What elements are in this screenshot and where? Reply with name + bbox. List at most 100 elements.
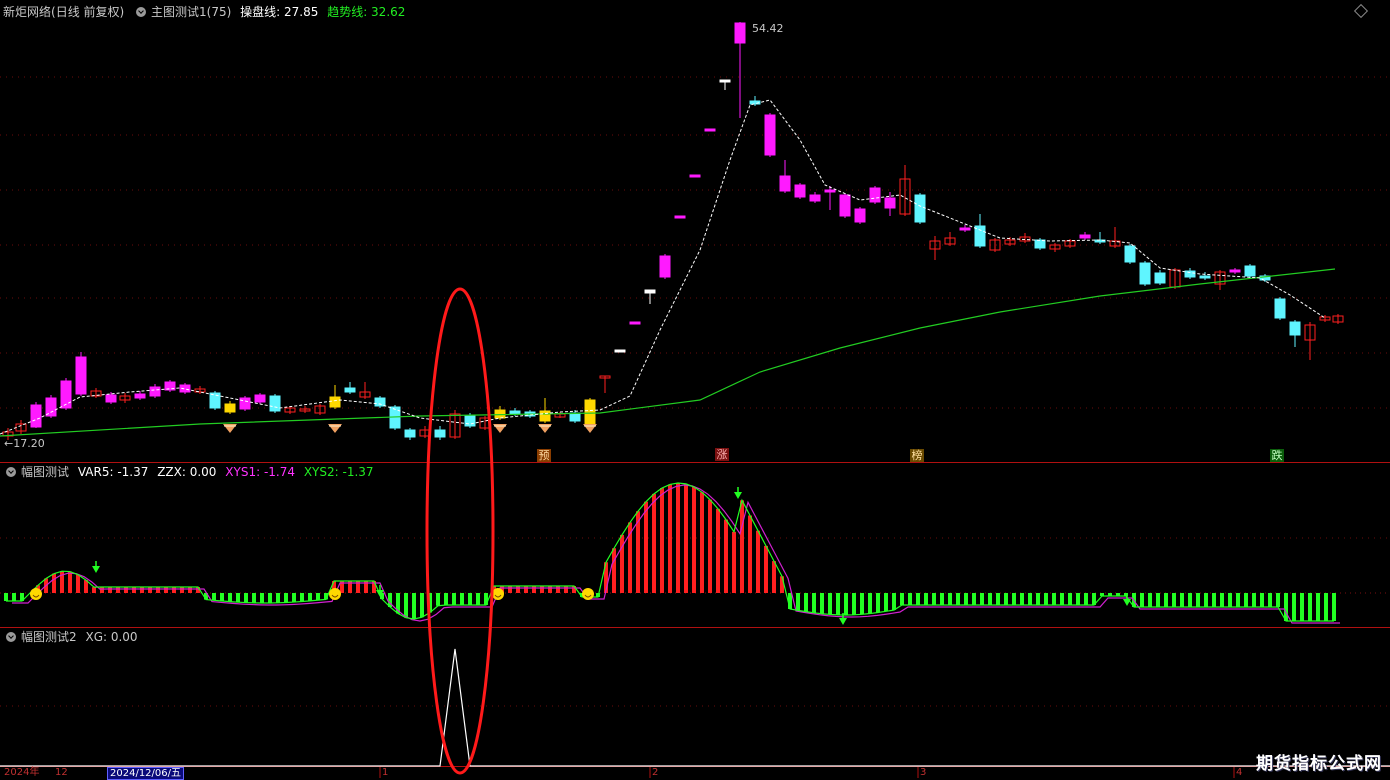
histogram-bar bbox=[188, 587, 192, 593]
histogram-bar bbox=[1012, 593, 1016, 605]
down-arrow-icon bbox=[92, 566, 100, 573]
histogram-bar bbox=[148, 587, 152, 593]
histogram-bar bbox=[892, 593, 896, 611]
histogram-bar bbox=[996, 593, 1000, 605]
candlestick bbox=[239, 397, 251, 410]
histogram-bar bbox=[412, 593, 416, 619]
histogram-bar bbox=[292, 593, 296, 603]
histogram-bar bbox=[868, 593, 872, 614]
histogram-bar bbox=[932, 593, 936, 605]
signal-tag-yu: 预 bbox=[537, 449, 551, 462]
histogram-bar bbox=[676, 483, 680, 593]
histogram-bar bbox=[212, 593, 216, 601]
histogram-bar bbox=[1292, 593, 1296, 621]
candlestick bbox=[764, 114, 776, 156]
histogram-bar bbox=[1004, 593, 1008, 605]
candlestick bbox=[75, 356, 87, 395]
kline-chart-canvas[interactable] bbox=[0, 0, 1390, 778]
histogram-bar bbox=[516, 586, 520, 593]
histogram-bar bbox=[1188, 593, 1192, 607]
histogram-bar bbox=[92, 587, 96, 593]
candlestick bbox=[884, 197, 896, 209]
histogram-bar bbox=[468, 593, 472, 605]
histogram-bar bbox=[132, 587, 136, 593]
candlestick bbox=[824, 189, 836, 193]
histogram-bar bbox=[1284, 593, 1288, 621]
histogram-bar bbox=[644, 501, 648, 593]
histogram-bar bbox=[876, 593, 880, 613]
histogram-bar bbox=[228, 593, 232, 602]
histogram-bar bbox=[668, 484, 672, 593]
histogram-bar bbox=[68, 571, 72, 593]
date-axis: 2024年 12 1 2 3 4 bbox=[0, 767, 1390, 778]
diamond-signal-icon bbox=[223, 424, 237, 433]
candlestick bbox=[404, 429, 416, 438]
histogram-bar bbox=[988, 593, 992, 605]
histogram-bar bbox=[1156, 593, 1160, 607]
histogram-bar bbox=[300, 593, 304, 602]
histogram-bar bbox=[1052, 593, 1056, 605]
candlestick bbox=[1139, 262, 1151, 285]
histogram-bar bbox=[1220, 593, 1224, 607]
histogram-bar bbox=[1332, 593, 1336, 621]
histogram-bar bbox=[1228, 593, 1232, 607]
candlestick bbox=[569, 412, 581, 422]
axis-month-1: 1 bbox=[382, 767, 389, 778]
histogram-bar bbox=[1316, 593, 1320, 621]
axis-month-4: 4 bbox=[1236, 767, 1243, 778]
candlestick bbox=[434, 429, 446, 438]
candlestick bbox=[45, 397, 57, 417]
down-arrow-icon bbox=[1123, 599, 1131, 606]
histogram-bar bbox=[460, 593, 464, 605]
histogram-bar bbox=[12, 593, 16, 601]
histogram-bar bbox=[740, 500, 744, 593]
histogram-bar bbox=[716, 508, 720, 593]
candlestick bbox=[869, 187, 881, 203]
highlight-ellipse bbox=[425, 287, 495, 775]
smiley-icon bbox=[329, 588, 341, 600]
histogram-bar bbox=[308, 593, 312, 601]
histogram-bar bbox=[268, 593, 272, 603]
down-arrow-icon bbox=[734, 492, 742, 499]
histogram-bar bbox=[956, 593, 960, 605]
cursor-date-label: 2024/12/06/五 bbox=[107, 767, 185, 780]
signal-tag-bang: 榜 bbox=[910, 449, 924, 462]
candlestick bbox=[719, 79, 731, 83]
histogram-bar bbox=[748, 515, 752, 593]
candlestick bbox=[224, 403, 236, 413]
candlestick bbox=[1199, 275, 1211, 279]
candlestick bbox=[1154, 272, 1166, 284]
axis-month-12: 12 bbox=[55, 767, 68, 778]
smiley-icon bbox=[582, 588, 594, 600]
histogram-bar bbox=[1068, 593, 1072, 605]
histogram-bar bbox=[452, 593, 456, 605]
histogram-bar bbox=[172, 587, 176, 593]
candlestick bbox=[329, 396, 341, 408]
down-arrow-icon bbox=[839, 618, 847, 625]
histogram-bar bbox=[404, 593, 408, 618]
candlestick bbox=[149, 386, 161, 397]
histogram-bar bbox=[244, 593, 248, 603]
histogram-bar bbox=[700, 492, 704, 593]
candlestick bbox=[464, 415, 476, 427]
candlestick bbox=[134, 393, 146, 399]
candlestick bbox=[734, 22, 746, 44]
candlestick bbox=[854, 208, 866, 223]
candlestick bbox=[659, 255, 671, 278]
candlestick bbox=[105, 394, 117, 403]
histogram-bar bbox=[940, 593, 944, 605]
histogram-bar bbox=[964, 593, 968, 605]
histogram-bar bbox=[548, 586, 552, 593]
histogram-bar bbox=[532, 586, 536, 593]
xg-signal-line bbox=[0, 648, 1390, 767]
histogram-bar bbox=[756, 530, 760, 593]
histogram-bar bbox=[164, 587, 168, 593]
histogram-bar bbox=[772, 561, 776, 593]
histogram-bar bbox=[1308, 593, 1312, 621]
candlestick bbox=[1079, 234, 1091, 239]
diamond-signal-icon bbox=[538, 424, 552, 433]
candlestick bbox=[704, 128, 716, 132]
histogram-bar bbox=[1252, 593, 1256, 607]
candlestick bbox=[614, 349, 626, 353]
histogram-bar bbox=[52, 573, 56, 593]
